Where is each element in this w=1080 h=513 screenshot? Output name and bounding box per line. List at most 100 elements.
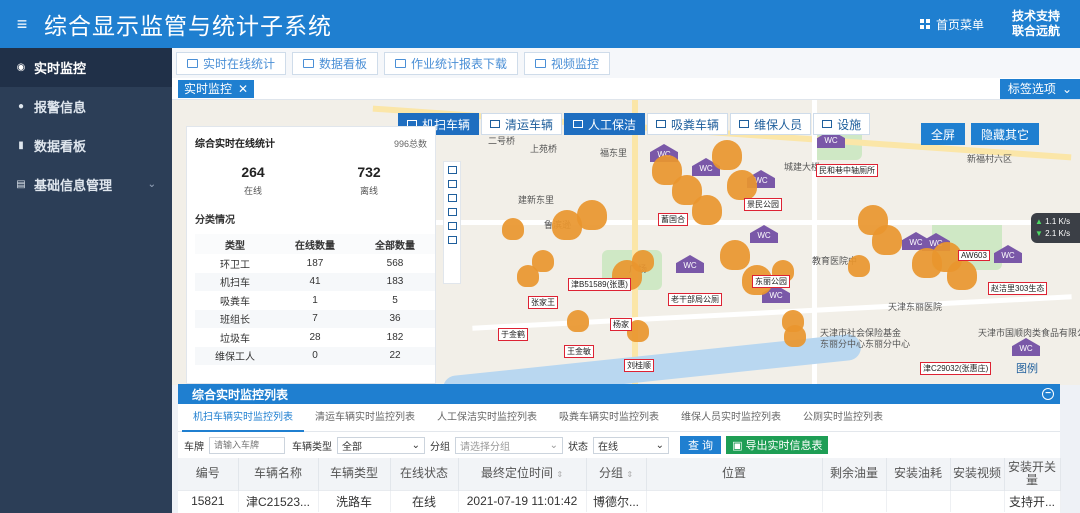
worker-marker[interactable] [567, 310, 589, 332]
name-tag[interactable]: 张家王 [528, 296, 558, 309]
cell: 5 [392, 294, 398, 306]
tag-realtime-monitor[interactable]: 实时监控 ✕ [178, 79, 255, 98]
bookmark-icon[interactable] [447, 236, 457, 244]
worker-marker[interactable] [727, 170, 757, 200]
cell-status: 在线 [390, 489, 459, 512]
vehicle-plate-tag[interactable]: 津C29032(张惠庄) [920, 362, 992, 375]
sidebar-item-label: 数据看板 [34, 139, 87, 154]
tag-label: 实时监控 [184, 82, 233, 96]
tab-sweeper-list[interactable]: 机扫车辆实时监控列表 [182, 404, 304, 432]
fullscreen-button[interactable]: 全屏 [921, 123, 966, 145]
name-tag[interactable]: 杨家 [610, 318, 632, 331]
column-header-switch-install[interactable]: 安装开关量 [1004, 458, 1061, 490]
name-tag[interactable]: 蓄国合 [658, 213, 688, 226]
worker-marker[interactable] [502, 218, 524, 240]
tab-sewage-vehicles[interactable]: 吸粪车辆 [647, 113, 729, 135]
worker-marker[interactable] [577, 200, 607, 230]
toilet-icon[interactable]: WC [1012, 338, 1040, 356]
tab-sewage-list[interactable]: 吸粪车辆实时监控列表 [548, 404, 670, 432]
vehicle-type-select[interactable]: 全部 ⌄ [337, 436, 425, 454]
group-select[interactable]: 请选择分组 ⌄ [455, 436, 563, 454]
truck-icon[interactable] [447, 180, 457, 188]
hide-others-button[interactable]: 隐藏其它 [971, 123, 1040, 145]
support-line-2: 联合远航 [1011, 24, 1060, 38]
cell: 41 [275, 272, 355, 291]
worker-marker[interactable] [947, 260, 977, 290]
name-tag[interactable]: 于金鹤 [498, 328, 528, 341]
table-row[interactable]: 15821 津C21523... 洗路车 在线 2021-07-19 11:01… [178, 489, 1061, 512]
name-tag[interactable]: 景民公园 [744, 198, 782, 211]
video-monitor-button[interactable]: 视频监控 [524, 51, 611, 75]
status-select[interactable]: 在线 ⌄ [593, 436, 669, 454]
name-tag[interactable]: 民和巷中轴厕所 [816, 164, 878, 177]
column-header-position[interactable]: 位置 [646, 458, 823, 490]
phone-icon[interactable] [447, 222, 457, 230]
tab-maintenance-list[interactable]: 维保人员实时监控列表 [670, 404, 792, 432]
column-header-group[interactable]: 分组 ⇕ [586, 458, 647, 490]
data-board-button[interactable]: 数据看板 [292, 51, 379, 75]
worker-marker[interactable] [712, 140, 742, 170]
vehicle-plate-tag[interactable]: AW603 [958, 250, 990, 261]
worker-marker[interactable] [632, 250, 654, 272]
home-icon [822, 120, 833, 128]
sidebar-item-base-info[interactable]: ▤ 基础信息管理 ⌄ [0, 165, 172, 204]
name-tag[interactable]: 刘桂顺 [624, 359, 654, 372]
worker-marker[interactable] [872, 225, 902, 255]
tab-clearance-vehicles[interactable]: 清运车辆 [481, 113, 563, 135]
tag-options-button[interactable]: 标签选项 ⌄ [999, 78, 1080, 99]
collapse-icon[interactable]: − [1042, 388, 1054, 400]
map-legend-link[interactable]: 图例 [1016, 360, 1038, 376]
column-header-fuel[interactable]: 剩余油量 [822, 458, 887, 490]
report-download-button[interactable]: 作业统计报表下载 [384, 51, 519, 75]
worker-marker[interactable] [784, 325, 806, 347]
sidebar-item-alarm-info[interactable]: ● 报警信息 [0, 87, 172, 126]
query-button[interactable]: 查 询 [680, 436, 722, 454]
person-icon[interactable] [447, 208, 457, 216]
worker-marker[interactable] [720, 240, 750, 270]
tab-label: 设施 [837, 117, 862, 132]
plate-input[interactable] [209, 436, 285, 454]
toilet-icon[interactable]: WC [676, 255, 704, 273]
column-header-status[interactable]: 在线状态 [390, 458, 459, 490]
name-tag[interactable]: 赵洁里303生态 [988, 282, 1048, 295]
chevron-down-icon: ⌄ [655, 439, 664, 451]
home-menu-button[interactable]: 首页菜单 [919, 16, 984, 33]
tab-manual-cleaning-list[interactable]: 人工保洁实时监控列表 [426, 404, 548, 432]
offline-label: 离线 [359, 186, 378, 196]
document-icon[interactable] [447, 166, 457, 174]
cell: 吸粪车 [220, 296, 250, 308]
tab-maintenance-staff[interactable]: 维保人员 [730, 113, 812, 135]
sidebar-item-realtime-monitor[interactable]: ◉ 实时监控 [0, 48, 172, 87]
tab-clearance-list[interactable]: 清运车辆实时监控列表 [304, 404, 426, 432]
column-header-last-time[interactable]: 最终定位时间 ⇕ [458, 458, 587, 490]
column-header-type[interactable]: 车辆类型 [318, 458, 391, 490]
sort-icon[interactable]: ⇕ [556, 470, 563, 479]
sort-icon[interactable]: ⇕ [626, 470, 633, 479]
worker-marker[interactable] [692, 195, 722, 225]
truck-icon[interactable] [447, 194, 457, 202]
vehicle-table: 编号 车辆名称 车辆类型 在线状态 最终定位时间 ⇕ 分组 ⇕ 位置 剩余油量 … [178, 458, 1061, 512]
map-road [372, 220, 1080, 225]
worker-marker[interactable] [848, 255, 870, 277]
map-label: 建新东里 [518, 195, 555, 205]
toilet-icon[interactable]: WC [750, 225, 778, 243]
worker-marker[interactable] [532, 250, 554, 272]
sidebar-item-data-board[interactable]: ▮ 数据看板 [0, 126, 172, 165]
vehicle-plate-tag[interactable]: 津B51589(张惠) [568, 278, 631, 291]
name-tag[interactable]: 东丽公园 [752, 275, 790, 288]
name-tag[interactable]: 老干部局公厕 [668, 293, 722, 306]
tab-manual-cleaning[interactable]: 人工保洁 [564, 113, 646, 135]
tag-options-label: 标签选项 [1007, 82, 1056, 96]
export-button[interactable]: ▣ 导出实时信息表 [726, 436, 829, 454]
menu-toggle-icon[interactable]: ≡ [0, 14, 44, 35]
tab-facilities[interactable]: 设施 [813, 113, 871, 135]
map-label: 福东里 [600, 148, 628, 158]
column-header-name[interactable]: 车辆名称 [238, 458, 319, 490]
column-header-id[interactable]: 编号 [178, 458, 239, 490]
realtime-online-stats-button[interactable]: 实时在线统计 [176, 51, 287, 75]
tab-toilet-list[interactable]: 公厕实时监控列表 [792, 404, 894, 432]
close-icon[interactable]: ✕ [238, 82, 248, 96]
name-tag[interactable]: 王金敏 [564, 345, 594, 358]
column-header-video-install[interactable]: 安装视频 [950, 458, 1005, 490]
column-header-fuel-install[interactable]: 安装油耗 [886, 458, 951, 490]
